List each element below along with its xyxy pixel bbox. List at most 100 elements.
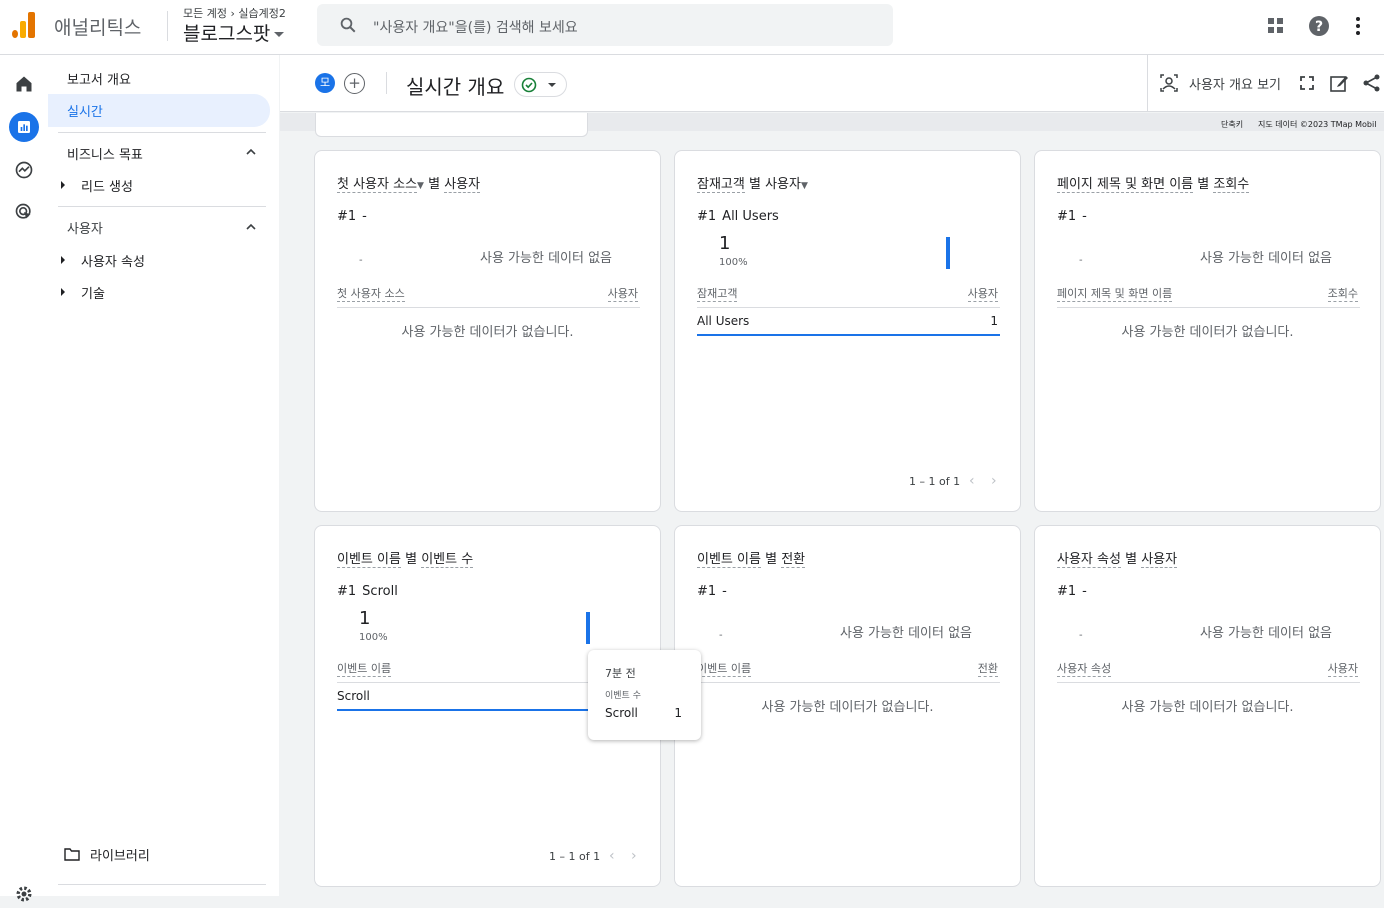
nav-reports-overview[interactable]: 보고서 개요 [67, 69, 131, 88]
table-row-label[interactable]: Scroll [337, 689, 370, 703]
card-title-rest: 별 사용자 [748, 177, 801, 192]
table-empty-message: 사용 가능한 데이터가 없습니다. [761, 700, 934, 715]
property-selector[interactable]: 블로그스팟 [183, 19, 285, 46]
chevron-up-icon[interactable] [246, 147, 256, 157]
no-data-message: 사용 가능한 데이터 없음 [480, 251, 612, 266]
column-header-dimension[interactable]: 첫 사용자 소스 [337, 285, 405, 302]
nav-library[interactable]: 라이브러리 [90, 845, 150, 864]
rank-dash: - [719, 630, 723, 641]
nav-tech[interactable]: 기술 [81, 283, 105, 302]
nav-section-business-goals[interactable]: 비즈니스 목표 [67, 144, 143, 163]
analytics-logo-icon[interactable] [12, 12, 36, 38]
card-title[interactable]: 페이지 제목 및 화면 이름 별 조회수 [1057, 173, 1250, 193]
top-rank: #1- [1057, 209, 1087, 224]
top-rank: #1- [337, 209, 367, 224]
folder-icon[interactable] [64, 847, 80, 861]
top-rank: #1 All Users [697, 209, 779, 224]
next-page-icon[interactable]: › [991, 473, 997, 489]
nav-lead-generation[interactable]: 리드 생성 [81, 176, 133, 195]
next-page-icon[interactable]: › [631, 848, 637, 864]
app-name: 애널리틱스 [54, 17, 142, 39]
dimension-selector[interactable]: 잠재고객 [697, 177, 745, 193]
column-header-dimension[interactable]: 이벤트 이름 [337, 660, 392, 677]
tooltip-label: Scroll [605, 706, 638, 720]
card-title-metric: 조회수 [1213, 177, 1250, 193]
svg-text:?: ? [1315, 19, 1323, 35]
comparison-avatar[interactable]: 모 [315, 73, 335, 93]
divider [58, 206, 266, 207]
expand-arrow-icon[interactable] [61, 181, 65, 189]
reports-icon[interactable] [9, 112, 39, 142]
card-page-title: 페이지 제목 및 화면 이름 별 조회수 #1- - 사용 가능한 데이터 없음… [1034, 150, 1381, 512]
table-divider [1057, 307, 1360, 308]
column-header-dimension[interactable]: 페이지 제목 및 화면 이름 [1057, 285, 1173, 302]
card-title[interactable]: 사용자 속성 별 사용자 [1057, 548, 1178, 568]
more-vert-icon[interactable] [1346, 14, 1370, 38]
top-percent: 100% [719, 257, 748, 268]
top-value: 1 [359, 608, 371, 629]
column-header-dimension[interactable]: 잠재고객 [697, 285, 738, 302]
no-data-message: 사용 가능한 데이터 없음 [1200, 626, 1332, 641]
top-value: 1 [719, 233, 731, 254]
card-title-connector: 별 [428, 177, 441, 192]
nav-user-attributes[interactable]: 사용자 속성 [81, 251, 145, 270]
card-title-metric: 전환 [781, 552, 806, 568]
value-bar [586, 612, 590, 644]
table-empty-message: 사용 가능한 데이터가 없습니다. [401, 325, 574, 340]
card-title-connector: 별 [1125, 552, 1138, 567]
column-header-metric[interactable]: 조회수 [1327, 285, 1358, 302]
advertising-icon[interactable] [10, 198, 38, 226]
search-icon [340, 17, 356, 33]
top-percent: 100% [359, 632, 388, 643]
dimension-selector[interactable]: 이벤트 이름 [337, 552, 401, 568]
add-comparison-icon[interactable]: + [344, 73, 365, 94]
pagination-text: 1 – 1 of 1 [909, 475, 961, 488]
search-bar[interactable]: "사용자 개요"을(를) 검색해 보세요 [317, 4, 893, 46]
dropdown-caret-icon[interactable]: ▼ [417, 181, 424, 191]
rank-dash: - [1079, 255, 1083, 266]
dropdown-caret-icon[interactable]: ▼ [801, 181, 808, 191]
column-header-metric[interactable]: 전환 [977, 660, 998, 677]
user-overview-icon[interactable] [1159, 73, 1179, 93]
expand-arrow-icon[interactable] [61, 288, 65, 296]
status-dropdown[interactable] [514, 72, 567, 97]
settings-gear-icon[interactable] [10, 880, 38, 908]
share-icon[interactable] [1362, 73, 1382, 93]
card-title-connector: 별 [1197, 177, 1210, 192]
rank-dash: - [359, 255, 363, 266]
column-header-dimension[interactable]: 사용자 속성 [1057, 660, 1112, 677]
expand-arrow-icon[interactable] [61, 256, 65, 264]
dimension-selector[interactable]: 이벤트 이름 [697, 552, 761, 568]
chevron-up-icon[interactable] [246, 222, 256, 232]
home-icon[interactable] [10, 70, 38, 98]
apps-grid-icon[interactable] [1264, 14, 1288, 38]
explore-icon[interactable] [10, 156, 38, 184]
card-title[interactable]: 잠재고객 별 사용자▼ [697, 173, 808, 193]
row-bar [697, 334, 1000, 336]
card-title[interactable]: 첫 사용자 소스▼ 별 사용자 [337, 173, 481, 193]
card-title-metric: 이벤트 수 [421, 552, 474, 568]
edit-report-icon[interactable] [1329, 73, 1349, 93]
card-title[interactable]: 이벤트 이름 별 전환 [697, 548, 806, 568]
dimension-selector[interactable]: 페이지 제목 및 화면 이름 [1057, 177, 1194, 193]
column-header-metric[interactable]: 사용자 [967, 285, 998, 302]
dimension-selector[interactable]: 첫 사용자 소스 [337, 177, 418, 193]
column-header-metric[interactable]: 사용자 [607, 285, 638, 302]
column-header-dimension[interactable]: 이벤트 이름 [697, 660, 752, 677]
map-shortcut-label[interactable]: 단축키 [1221, 119, 1243, 130]
no-data-message: 사용 가능한 데이터 없음 [840, 626, 972, 641]
prev-page-icon[interactable]: ‹ [969, 473, 975, 489]
dimension-selector[interactable]: 사용자 속성 [1057, 552, 1121, 568]
view-user-overview-button[interactable]: 사용자 개요 보기 [1189, 74, 1281, 93]
column-header-metric[interactable]: 사용자 [1327, 660, 1358, 677]
table-divider [697, 682, 1000, 683]
nav-section-user[interactable]: 사용자 [67, 218, 103, 237]
page-title: 실시간 개요 [406, 75, 505, 99]
card-title[interactable]: 이벤트 이름 별 이벤트 수 [337, 548, 474, 568]
table-row-label[interactable]: All Users [697, 314, 749, 328]
help-icon[interactable]: ? [1307, 14, 1331, 38]
divider [167, 11, 168, 41]
prev-page-icon[interactable]: ‹ [609, 848, 615, 864]
fullscreen-icon[interactable] [1299, 75, 1315, 91]
nav-realtime[interactable]: 실시간 [67, 101, 103, 120]
